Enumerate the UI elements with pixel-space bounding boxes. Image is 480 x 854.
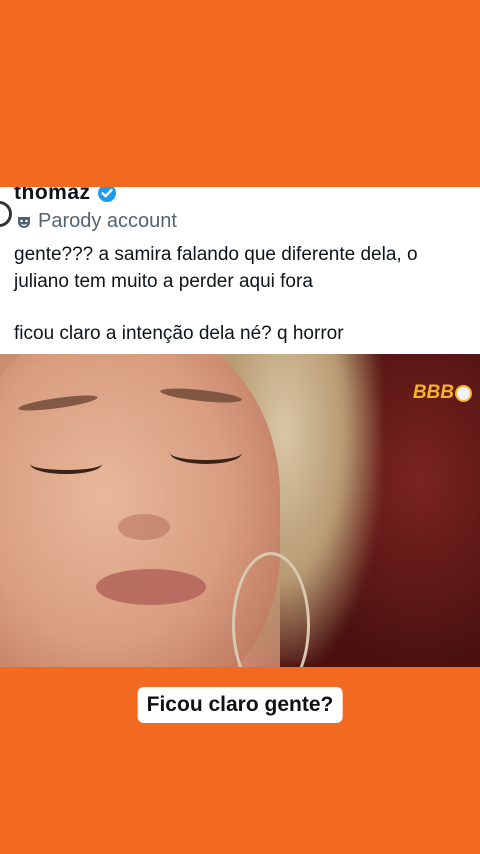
tweet-text: gente??? a samira falando que diferente … — [14, 241, 474, 347]
tweet-line-2: juliano tem muito a perder aqui fora — [14, 271, 313, 292]
video-frame[interactable]: BBB — [0, 354, 480, 667]
caption: Ficou claro gente? — [137, 687, 343, 723]
tweet-card: thomaz Parody account gente??? a samira … — [0, 187, 480, 354]
verified-badge-icon — [97, 187, 117, 203]
parody-label-row: Parody account — [16, 210, 177, 233]
username[interactable]: thomaz — [14, 187, 91, 205]
left-eye — [30, 454, 102, 474]
bbb-logo-eye-icon — [455, 384, 472, 402]
top-background — [0, 0, 480, 187]
tweet-line-1: gente??? a samira falando que diferente … — [14, 244, 418, 265]
tweet-line-3: ficou claro a intenção dela né? q horror — [14, 323, 344, 344]
parody-mask-icon — [16, 214, 32, 230]
parody-account-label: Parody account — [38, 210, 177, 232]
right-eye — [170, 442, 242, 464]
bbb-logo-text: BBB — [412, 382, 454, 403]
bbb-logo: BBB — [413, 382, 472, 404]
lips — [96, 569, 206, 605]
nose — [118, 514, 170, 540]
avatar[interactable] — [0, 201, 12, 227]
tweet-header: thomaz — [14, 187, 117, 205]
